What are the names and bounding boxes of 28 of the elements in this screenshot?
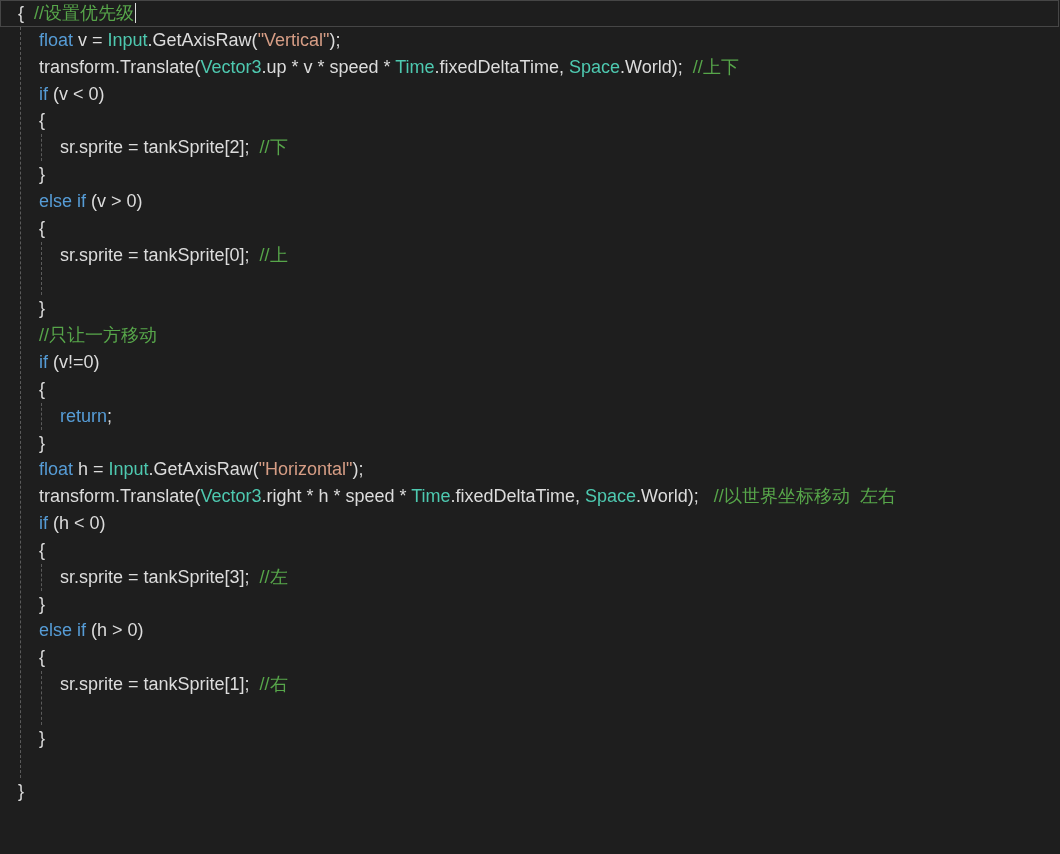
code-line: }: [39, 298, 45, 319]
code-line: sr.sprite = tankSprite[1]; //右: [60, 674, 288, 695]
code-line: { //设置优先级: [18, 2, 135, 25]
code-line: transform.Translate(Vector3.up * v * speed * Time.fixedDeltaTime, Space.World); //上下: [39, 56, 739, 77]
text-cursor: [135, 3, 137, 24]
code-line: {: [39, 110, 45, 131]
code-line: {: [39, 378, 45, 399]
code-line: {: [39, 539, 45, 560]
code-line: if (v!=0): [39, 351, 100, 372]
code-line: }: [39, 727, 45, 748]
code-line: }: [39, 164, 45, 185]
code-line: else if (h > 0): [39, 620, 144, 641]
code-line: if (h < 0): [39, 513, 106, 534]
code-line: transform.Translate(Vector3.right * h * speed * Time.fixedDeltaTime, Space.World); //以世界坐标移动 左右: [39, 486, 896, 507]
code-line: }: [18, 781, 24, 802]
code-line: }: [39, 593, 45, 614]
code-line: float v = Input.GetAxisRaw("Vertical");: [39, 29, 341, 50]
code-line: if (v < 0): [39, 83, 105, 104]
code-line: else if (v > 0): [39, 190, 143, 211]
code-line: sr.sprite = tankSprite[2]; //下: [60, 137, 288, 158]
code-line: {: [39, 647, 45, 668]
code-line: sr.sprite = tankSprite[3]; //左: [60, 566, 288, 587]
code-line: sr.sprite = tankSprite[0]; //上: [60, 244, 288, 265]
code-line: //只让一方移动: [39, 325, 157, 346]
code-line: float h = Input.GetAxisRaw("Horizontal");: [39, 459, 364, 480]
code-line: return;: [60, 405, 113, 426]
code-line: }: [39, 432, 45, 453]
code-line: {: [39, 217, 45, 238]
